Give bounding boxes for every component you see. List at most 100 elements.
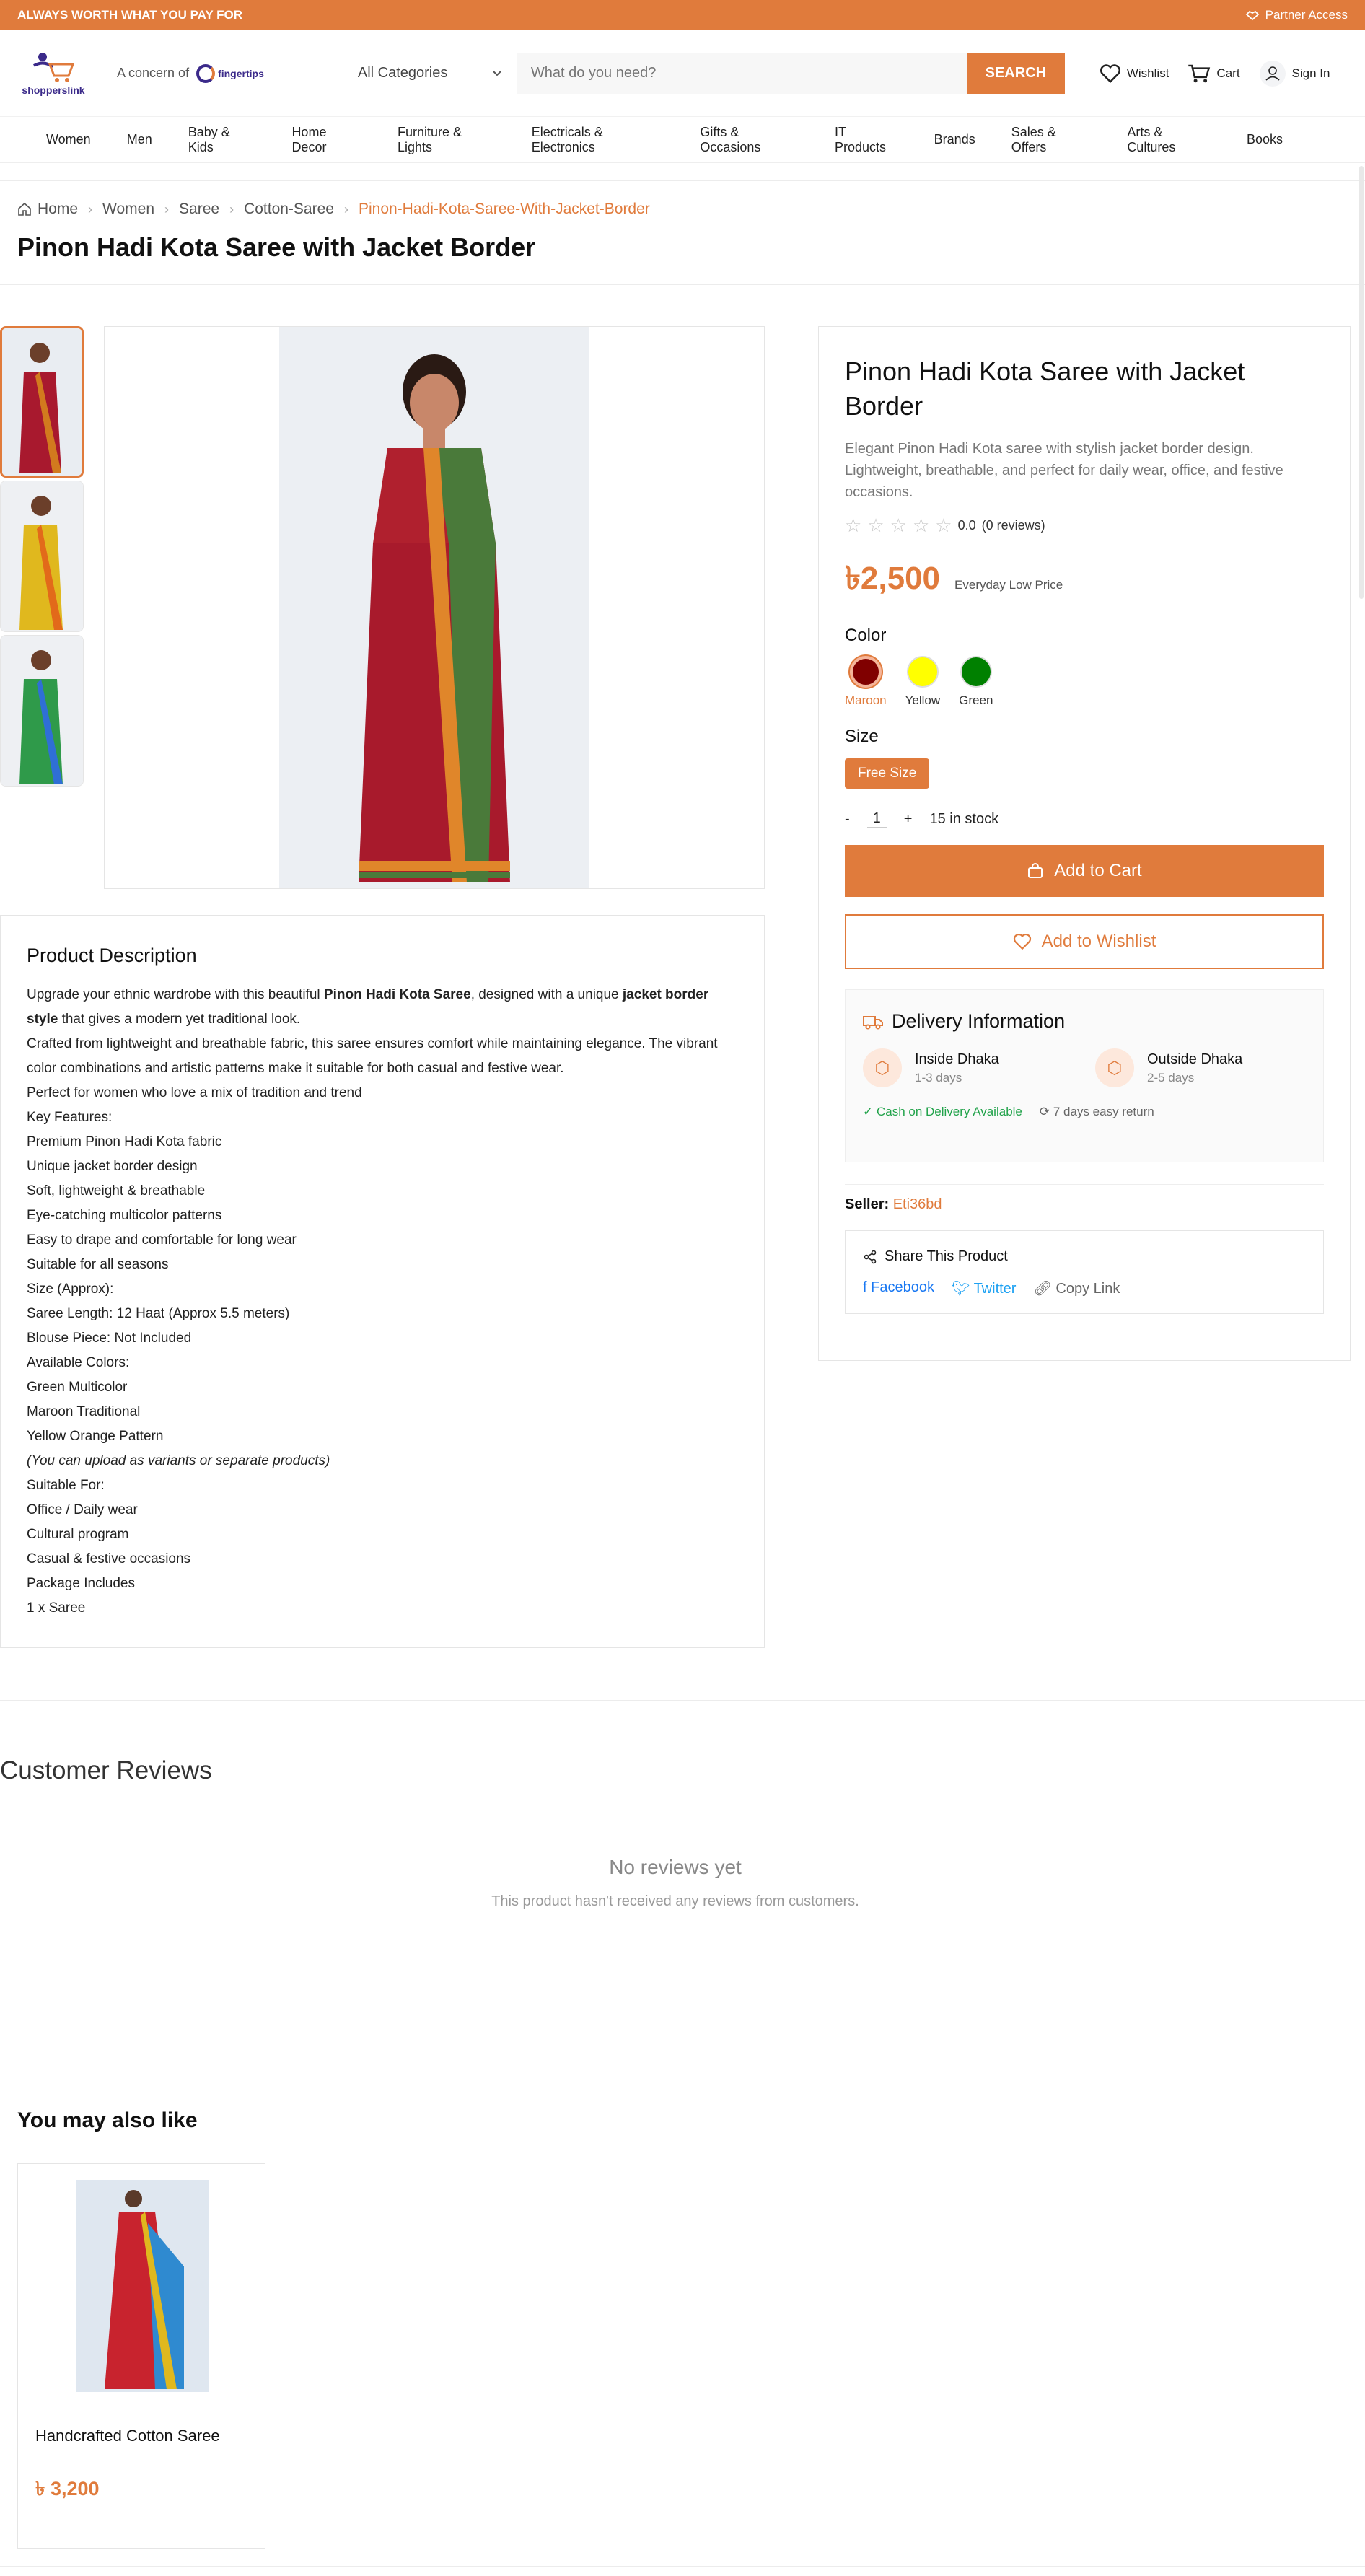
add-to-wishlist-button[interactable]: Add to Wishlist (845, 914, 1324, 969)
site-header: shopperslink A concern of fingertips All… (0, 30, 1365, 117)
color-dot (906, 656, 939, 688)
share-twitter-link[interactable]: 🐦︎ Twitter (952, 1279, 1017, 1297)
section-divider (0, 284, 1365, 285)
color-swatches: Maroon Yellow Green (845, 656, 1324, 708)
description-line: Premium Pinon Hadi Kota fabric (27, 1134, 222, 1149)
rating: ☆ ☆ ☆ ☆ ☆ 0.0 (0 reviews) (845, 514, 1324, 537)
section-divider (0, 1700, 1365, 1701)
breadcrumb-item[interactable]: Cotton-Saree (244, 201, 334, 218)
related-product-image (76, 2180, 209, 2392)
color-option-green[interactable]: Green (959, 656, 993, 708)
nav-item-electricals[interactable]: Electricals & Electronics (532, 125, 664, 155)
size-option-free[interactable]: Free Size (845, 758, 930, 789)
description-line: Key Features: (27, 1110, 113, 1125)
related-product-name[interactable]: Handcrafted Cotton Saree (35, 2427, 220, 2445)
nav-item-home-decor[interactable]: Home Decor (291, 125, 361, 155)
color-name: Green (959, 693, 993, 707)
add-to-wishlist-label: Add to Wishlist (1041, 932, 1156, 951)
truck-icon (863, 1015, 883, 1029)
search-button[interactable]: SEARCH (966, 53, 1065, 94)
description-line: Eye-catching multicolor patterns (27, 1208, 222, 1223)
header-actions: Wishlist Cart Sign In (1100, 60, 1330, 87)
nav-item-men[interactable]: Men (127, 132, 152, 147)
section-divider (0, 180, 1365, 181)
star-icon: ☆ (845, 514, 862, 536)
partner-access-label: Partner Access (1265, 8, 1348, 22)
seller-name-link[interactable]: Eti36bd (893, 1196, 942, 1212)
related-product-card[interactable]: Handcrafted Cotton Saree ৳ 3,200 (17, 2163, 265, 2549)
nav-item-furniture-lights[interactable]: Furniture & Lights (398, 125, 496, 155)
nav-item-sales-offers[interactable]: Sales & Offers (1011, 125, 1092, 155)
description-line: Green Multicolor (27, 1380, 128, 1395)
main-product-image[interactable] (104, 326, 765, 889)
twitter-icon: 🐦︎ (951, 1281, 974, 1297)
delivery-outside-days: 2-5 days (1147, 1070, 1195, 1085)
nav-item-women[interactable]: Women (46, 132, 91, 147)
thumbnail-maroon[interactable] (0, 326, 84, 478)
facebook-icon: f (863, 1279, 872, 1295)
cart-link[interactable]: Cart (1188, 63, 1240, 84)
delivery-options: ⬡ Inside Dhaka 1-3 days ⬡ Outside Dhaka … (863, 1048, 1306, 1087)
chevron-right-icon: › (343, 201, 348, 216)
delivery-title: Delivery Information (892, 1010, 1066, 1032)
product-title: Pinon Hadi Kota Saree with Jacket Border (845, 356, 1245, 421)
site-logo[interactable]: shopperslink (17, 45, 89, 102)
description-intro: Upgrade your ethnic wardrobe with this b… (27, 987, 709, 1027)
category-select[interactable]: All Categories (343, 53, 517, 94)
copy-link-button[interactable]: 🔗︎ Copy Link (1033, 1279, 1120, 1297)
wishlist-label: Wishlist (1126, 66, 1169, 80)
quantity-stepper: - 1 + 15 in stock (845, 810, 1324, 828)
promo-tagline: ALWAYS WORTH WHAT YOU PAY FOR (17, 8, 243, 22)
chevron-down-icon (493, 70, 501, 76)
product-price: ৳2,500 (845, 561, 941, 596)
breadcrumb: Home › Women › Saree › Cotton-Saree › Pi… (17, 201, 650, 218)
breadcrumb-home[interactable]: Home (17, 201, 78, 218)
footer-divider (0, 2566, 1365, 2567)
thumbnail-yellow[interactable] (0, 481, 84, 632)
page-scrollbar[interactable] (1359, 166, 1364, 599)
description-line: Unique jacket border design (27, 1159, 198, 1174)
delivery-inside-days: 1-3 days (915, 1070, 962, 1085)
add-to-cart-button[interactable]: Add to Cart (845, 845, 1324, 897)
shopping-cart-logo-icon (33, 52, 75, 82)
nav-item-baby-kids[interactable]: Baby & Kids (188, 125, 256, 155)
related-heading: You may also like (17, 2108, 198, 2132)
wishlist-link[interactable]: Wishlist (1100, 63, 1169, 84)
thumbnail-green[interactable] (0, 635, 84, 787)
nav-item-gifts[interactable]: Gifts & Occasions (700, 125, 799, 155)
description-line: Blouse Piece: Not Included (27, 1331, 192, 1346)
star-icon: ☆ (935, 514, 952, 536)
qty-increase-button[interactable]: + (904, 811, 913, 828)
product-info-panel: Pinon Hadi Kota Saree with Jacket Border… (818, 326, 1351, 1361)
stock-status: 15 in stock (929, 810, 999, 827)
breadcrumb-item[interactable]: Women (102, 201, 154, 218)
qty-decrease-button[interactable]: - (845, 811, 850, 828)
chevron-right-icon: › (164, 201, 170, 216)
page-title: Pinon Hadi Kota Saree with Jacket Border (17, 232, 536, 262)
share-facebook-link[interactable]: f Facebook (863, 1279, 934, 1297)
partner-access-link[interactable]: Partner Access (1245, 8, 1348, 22)
nav-item-books[interactable]: Books (1247, 132, 1283, 147)
reviews-count[interactable]: (0 reviews) (982, 518, 1045, 533)
nav-item-arts-cultures[interactable]: Arts & Cultures (1127, 125, 1211, 155)
description-line: Yellow Orange Pattern (27, 1429, 164, 1444)
check-circle-icon: ✓ (863, 1105, 877, 1118)
price-note: Everyday Low Price (954, 578, 1063, 592)
color-option-yellow[interactable]: Yellow (905, 656, 940, 708)
description-line: Suitable for all seasons (27, 1257, 169, 1272)
qty-value[interactable]: 1 (866, 810, 887, 828)
breadcrumb-item[interactable]: Saree (179, 201, 219, 218)
color-dot (849, 656, 882, 688)
main-nav: Women Men Baby & Kids Home Decor Furnitu… (0, 117, 1365, 163)
color-option-maroon[interactable]: Maroon (845, 656, 887, 708)
handshake-icon (1245, 10, 1259, 21)
delivery-heading: Delivery Information (863, 1010, 1306, 1033)
related-product-price: ৳ 3,200 (35, 2478, 100, 2500)
description-line: Package Includes (27, 1576, 135, 1591)
nav-item-it-products[interactable]: IT Products (835, 125, 898, 155)
delivery-outside-dhaka: ⬡ Outside Dhaka 2-5 days (1095, 1048, 1290, 1087)
nav-item-brands[interactable]: Brands (934, 132, 975, 147)
delivery-inside-dhaka: ⬡ Inside Dhaka 1-3 days (863, 1048, 1058, 1087)
search-input[interactable] (516, 53, 967, 94)
sign-in-link[interactable]: Sign In (1259, 60, 1330, 87)
